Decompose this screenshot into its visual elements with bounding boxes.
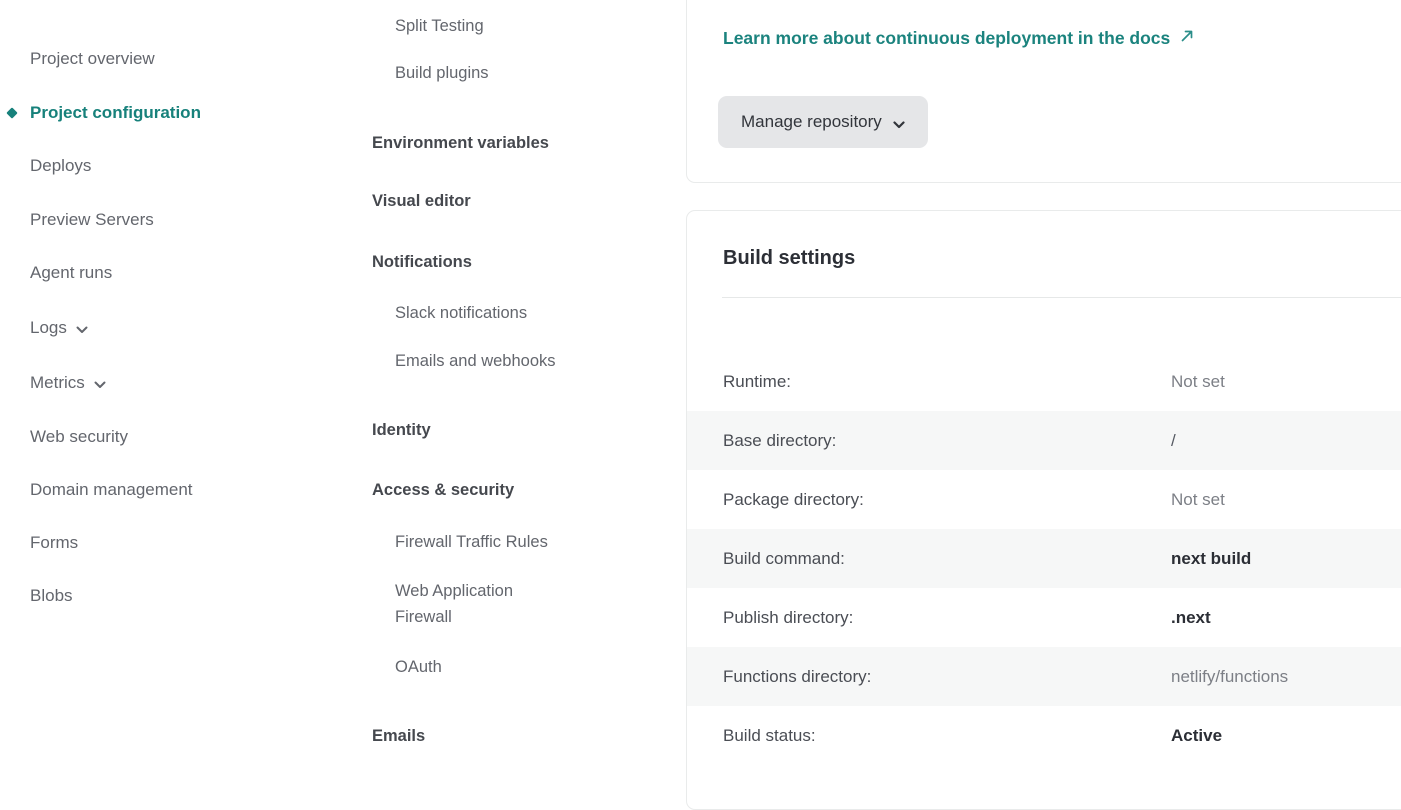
row-value: Not set <box>1171 490 1225 510</box>
sidebar-item-logs[interactable]: Logs <box>30 317 88 339</box>
subnav-section-environment-variables[interactable]: Environment variables <box>372 132 549 154</box>
build-settings-row-package-directory: Package directory: Not set <box>687 470 1401 529</box>
sidebar-item-label: Project configuration <box>30 103 201 123</box>
sidebar-item-label: Metrics <box>30 373 85 393</box>
external-link-icon <box>1179 28 1195 49</box>
subnav-section-access-security[interactable]: Access & security <box>372 479 514 501</box>
sidebar-item-project-overview[interactable]: Project overview <box>30 48 155 70</box>
subnav-item-web-application-firewall[interactable]: Web Application Firewall <box>395 578 560 630</box>
sidebar-item-domain-management[interactable]: Domain management <box>30 479 193 501</box>
subnav-section-visual-editor[interactable]: Visual editor <box>372 190 471 212</box>
sidebar-item-label: Project overview <box>30 49 155 69</box>
row-label: Build status: <box>723 726 816 746</box>
row-label: Package directory: <box>723 490 864 510</box>
sidebar-item-label: Preview Servers <box>30 210 154 230</box>
subnav-section-identity[interactable]: Identity <box>372 419 431 441</box>
build-settings-row-base-directory: Base directory: / <box>687 411 1401 470</box>
build-settings-title: Build settings <box>723 247 855 270</box>
sidebar-item-label: Blobs <box>30 586 73 606</box>
sidebar-item-forms[interactable]: Forms <box>30 532 78 554</box>
subnav-section-emails[interactable]: Emails <box>372 725 425 747</box>
chevron-down-icon <box>76 319 88 339</box>
build-settings-row-runtime: Runtime: Not set <box>687 352 1401 411</box>
manage-repository-button[interactable]: Manage repository <box>718 96 928 148</box>
subnav-item-slack-notifications[interactable]: Slack notifications <box>395 302 527 324</box>
row-value: Active <box>1171 726 1222 746</box>
subnav-item-oauth[interactable]: OAuth <box>395 656 442 678</box>
row-label: Build command: <box>723 549 845 569</box>
subnav-section-notifications[interactable]: Notifications <box>372 251 472 273</box>
sidebar-item-blobs[interactable]: Blobs <box>30 585 73 607</box>
subnav-item-emails-and-webhooks[interactable]: Emails and webhooks <box>395 350 556 372</box>
subnav-item-split-testing[interactable]: Split Testing <box>395 15 484 37</box>
build-settings-row-build-status: Build status: Active <box>687 706 1401 765</box>
row-label: Functions directory: <box>723 667 871 687</box>
row-value: / <box>1171 431 1176 451</box>
subnav-item-firewall-traffic-rules[interactable]: Firewall Traffic Rules <box>395 531 548 553</box>
row-value: netlify/functions <box>1171 667 1288 687</box>
row-label: Runtime: <box>723 372 791 392</box>
build-settings-row-publish-directory: Publish directory: .next <box>687 588 1401 647</box>
docs-link-label: Learn more about continuous deployment i… <box>723 28 1170 49</box>
sidebar-item-preview-servers[interactable]: Preview Servers <box>30 209 154 231</box>
sidebar-item-label: Agent runs <box>30 263 112 283</box>
row-label: Base directory: <box>723 431 836 451</box>
continuous-deployment-docs-link[interactable]: Learn more about continuous deployment i… <box>723 28 1195 49</box>
row-value: next build <box>1171 549 1251 569</box>
subnav-item-build-plugins[interactable]: Build plugins <box>395 62 489 84</box>
chevron-down-icon <box>94 374 106 394</box>
sidebar-item-label: Deploys <box>30 156 91 176</box>
sidebar-item-label: Web security <box>30 427 128 447</box>
sidebar-item-label: Domain management <box>30 480 193 500</box>
chevron-down-icon <box>893 114 905 134</box>
sidebar-item-web-security[interactable]: Web security <box>30 426 128 448</box>
build-settings-table: Runtime: Not set Base directory: / Packa… <box>687 352 1401 765</box>
sidebar-item-metrics[interactable]: Metrics <box>30 372 106 394</box>
sidebar-item-label: Forms <box>30 533 78 553</box>
build-settings-row-build-command: Build command: next build <box>687 529 1401 588</box>
row-value: .next <box>1171 608 1211 628</box>
sidebar-item-project-configuration[interactable]: Project configuration <box>30 102 201 124</box>
row-label: Publish directory: <box>723 608 853 628</box>
sidebar-item-agent-runs[interactable]: Agent runs <box>30 262 112 284</box>
sidebar-item-deploys[interactable]: Deploys <box>30 155 91 177</box>
build-settings-divider <box>722 297 1401 298</box>
active-diamond-icon <box>6 107 17 118</box>
sidebar-item-label: Logs <box>30 318 67 338</box>
row-value: Not set <box>1171 372 1225 392</box>
build-settings-row-functions-directory: Functions directory: netlify/functions <box>687 647 1401 706</box>
manage-repository-label: Manage repository <box>741 112 882 132</box>
